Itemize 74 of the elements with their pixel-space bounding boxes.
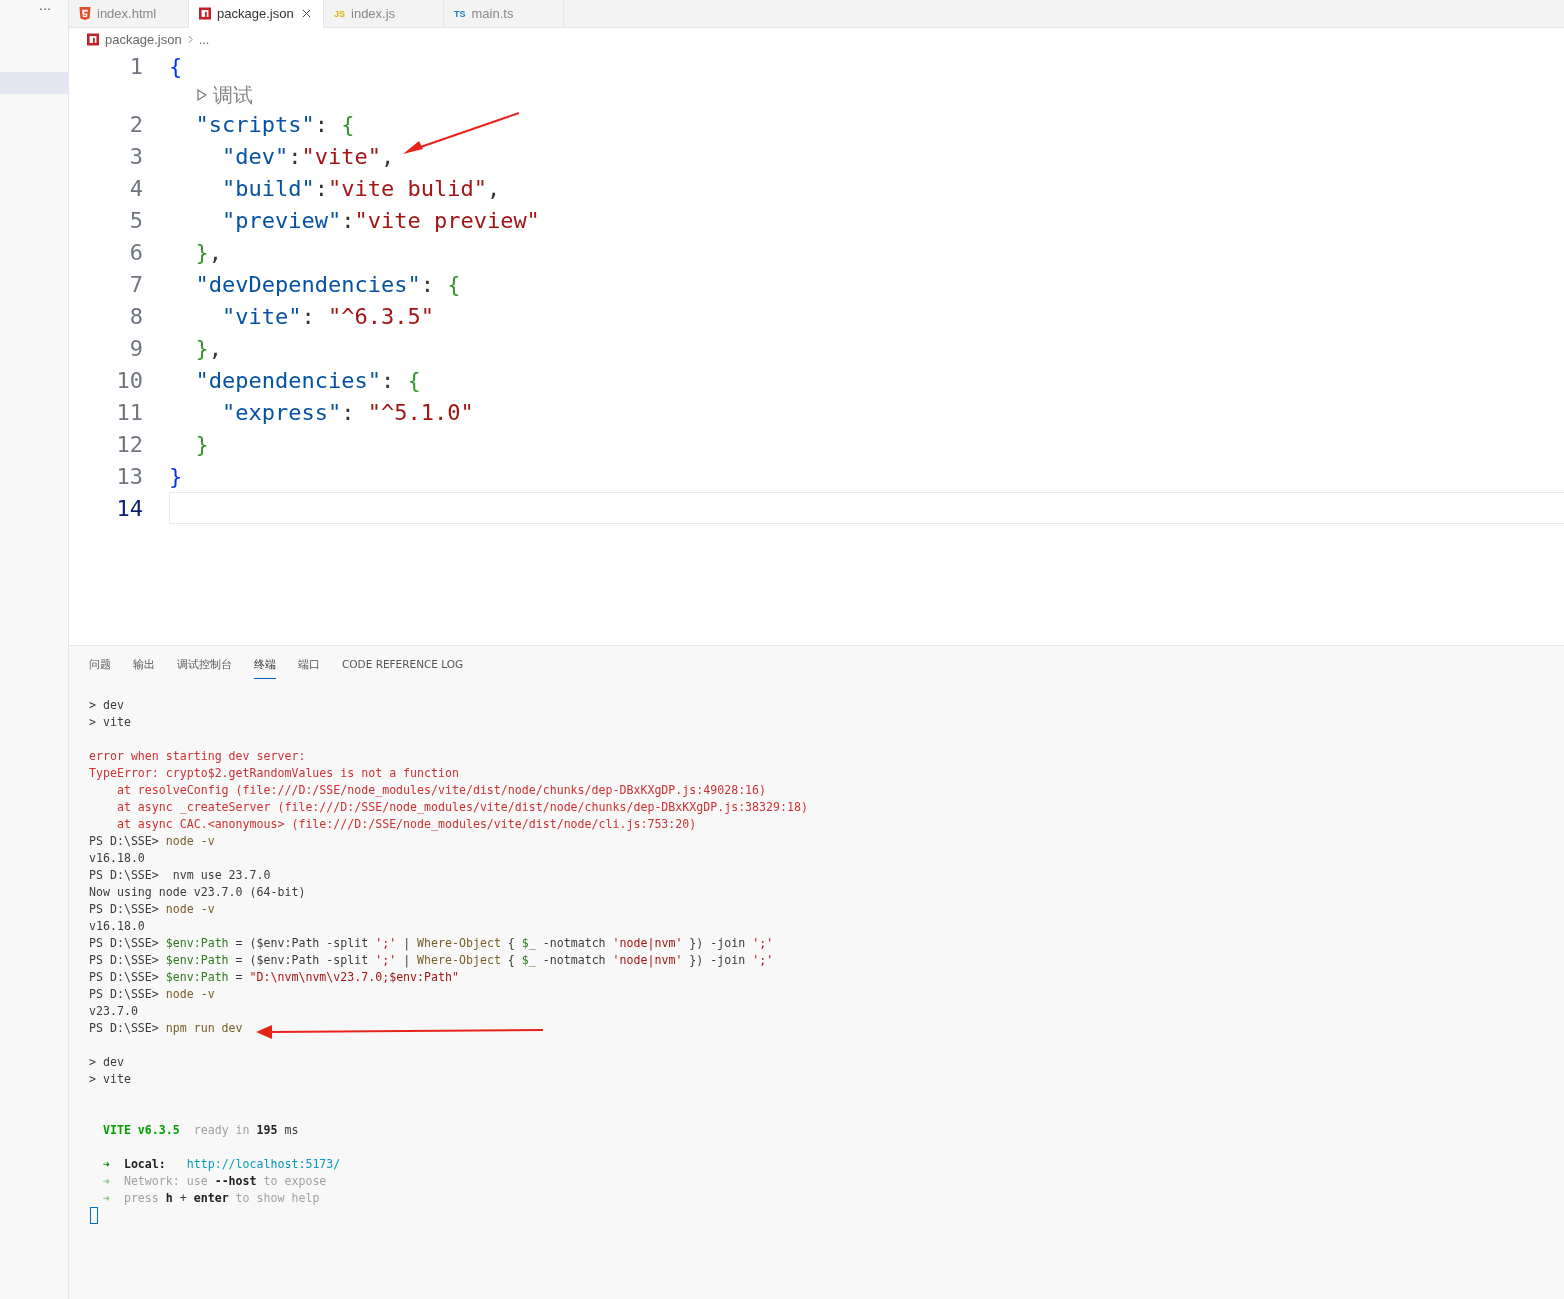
- code-line: "vite": "^6.3.5": [220, 303, 434, 329]
- codelens-label[interactable]: 调试: [213, 81, 253, 109]
- panel-tab[interactable]: 调试控制台: [177, 656, 232, 679]
- terminal-line: > dev: [89, 1055, 124, 1069]
- terminal-line: ➜ Local: http://localhost:5173/: [101, 1157, 341, 1171]
- code-line: }: [194, 431, 209, 457]
- panel-tab[interactable]: 终端: [254, 656, 276, 679]
- terminal-cursor: [90, 1207, 98, 1224]
- terminal-line: PS D:\SSE> node -v: [89, 902, 215, 916]
- terminal-line: ➜ Network: use --host to expose: [101, 1174, 327, 1188]
- terminal-line: v16.18.0: [89, 851, 145, 865]
- breadcrumb-item[interactable]: package.json: [105, 31, 182, 47]
- code-line: "build":"vite bulid",: [220, 175, 501, 201]
- npm-file-icon: [87, 32, 99, 46]
- terminal-line: VITE v6.3.5 ready in 195 ms: [101, 1123, 299, 1137]
- line-number: 9: [128, 335, 143, 361]
- terminal-line: > vite: [89, 1072, 131, 1086]
- line-number: 12: [115, 431, 143, 457]
- code-line: "devDependencies": {: [194, 271, 461, 297]
- breadcrumb-item[interactable]: ...: [198, 31, 210, 47]
- terminal-line: TypeError: crypto$2.getRandomValues is not a function: [89, 766, 459, 780]
- line-number: 14: [115, 495, 143, 521]
- line-number: 7: [128, 271, 143, 297]
- line-number: 6: [128, 239, 143, 265]
- line-number: 5: [128, 207, 143, 233]
- line-number: 11: [115, 399, 143, 425]
- html-file-icon: [79, 7, 91, 20]
- code-line: "preview":"vite preview": [220, 207, 540, 233]
- panel-tab[interactable]: 端口: [298, 656, 320, 679]
- code-line: }: [169, 463, 183, 489]
- editor-tab[interactable]: TS main.ts: [444, 0, 564, 28]
- terminal-line: PS D:\SSE> $env:Path = "D:\nvm\nvm\v23.7.0;$env:Path": [89, 970, 459, 984]
- close-icon[interactable]: [301, 9, 311, 18]
- code-line: "scripts": {: [194, 111, 355, 137]
- line-number: 8: [128, 303, 143, 329]
- panel-tab[interactable]: 问题: [89, 656, 111, 679]
- more-actions[interactable]: ···: [30, 0, 60, 17]
- editor-tab[interactable]: package.json: [189, 0, 324, 28]
- line-number: 13: [115, 463, 143, 489]
- terminal-line: ➜ press h + enter to show help: [101, 1191, 320, 1205]
- code-line: },: [194, 335, 222, 361]
- terminal-line: v23.7.0: [89, 1004, 138, 1018]
- npm-file-icon: [199, 7, 211, 20]
- terminal-line: at async _createServer (file:///D:/SSE/node_modules/vite/dist/node/chunks/dep-DBxKXgDP.js:38329:18): [115, 800, 808, 814]
- panel-tab[interactable]: 输出: [133, 656, 155, 679]
- terminal-line: > vite: [89, 715, 131, 729]
- line-number: 1: [128, 53, 143, 79]
- js-file-icon: JS: [334, 8, 345, 19]
- terminal-line: PS D:\SSE> $env:Path = ($env:Path -split ';' | Where-Object { $_ -notmatch 'node|nvm' }) -join ';': [89, 936, 774, 950]
- chevron-right-icon: [187, 34, 193, 44]
- terminal-line: > dev: [89, 698, 124, 712]
- terminal-line: PS D:\SSE> node -v: [89, 834, 215, 848]
- terminal-line: at resolveConfig (file:///D:/SSE/node_modules/vite/dist/node/chunks/dep-DBxKXgDP.js:49028:16): [115, 783, 767, 797]
- terminal-line: v16.18.0: [89, 919, 145, 933]
- terminal-line: error when starting dev server:: [89, 749, 306, 763]
- line-number: 10: [115, 367, 143, 393]
- terminal-line: at async CAC.<anonymous> (file:///D:/SSE/node_modules/vite/dist/node/cli.js:753:20): [115, 817, 697, 831]
- code-line: "dev":"vite",: [220, 143, 395, 169]
- line-number: 3: [128, 143, 143, 169]
- terminal-line: PS D:\SSE> npm run dev: [89, 1021, 243, 1035]
- code-line: "dependencies": {: [194, 367, 421, 393]
- terminal-line: PS D:\SSE> $env:Path = ($env:Path -split ';' | Where-Object { $_ -notmatch 'node|nvm' }) -join ';': [89, 953, 774, 967]
- panel-tab[interactable]: CODE REFERENCE LOG: [342, 656, 464, 679]
- line-number: 2: [128, 111, 143, 137]
- terminal-line: PS D:\SSE> nvm use 23.7.0: [89, 868, 271, 882]
- run-icon: [197, 89, 207, 101]
- terminal-line: PS D:\SSE> node -v: [89, 987, 215, 1001]
- ts-file-icon: TS: [454, 8, 466, 19]
- line-number: 4: [128, 175, 143, 201]
- code-line: "express": "^5.1.0": [220, 399, 474, 425]
- terminal-line: Now using node v23.7.0 (64-bit): [89, 885, 306, 899]
- code-line: },: [194, 239, 222, 265]
- codelens-link[interactable]: 调试: [197, 81, 253, 109]
- code-line: {: [169, 53, 183, 79]
